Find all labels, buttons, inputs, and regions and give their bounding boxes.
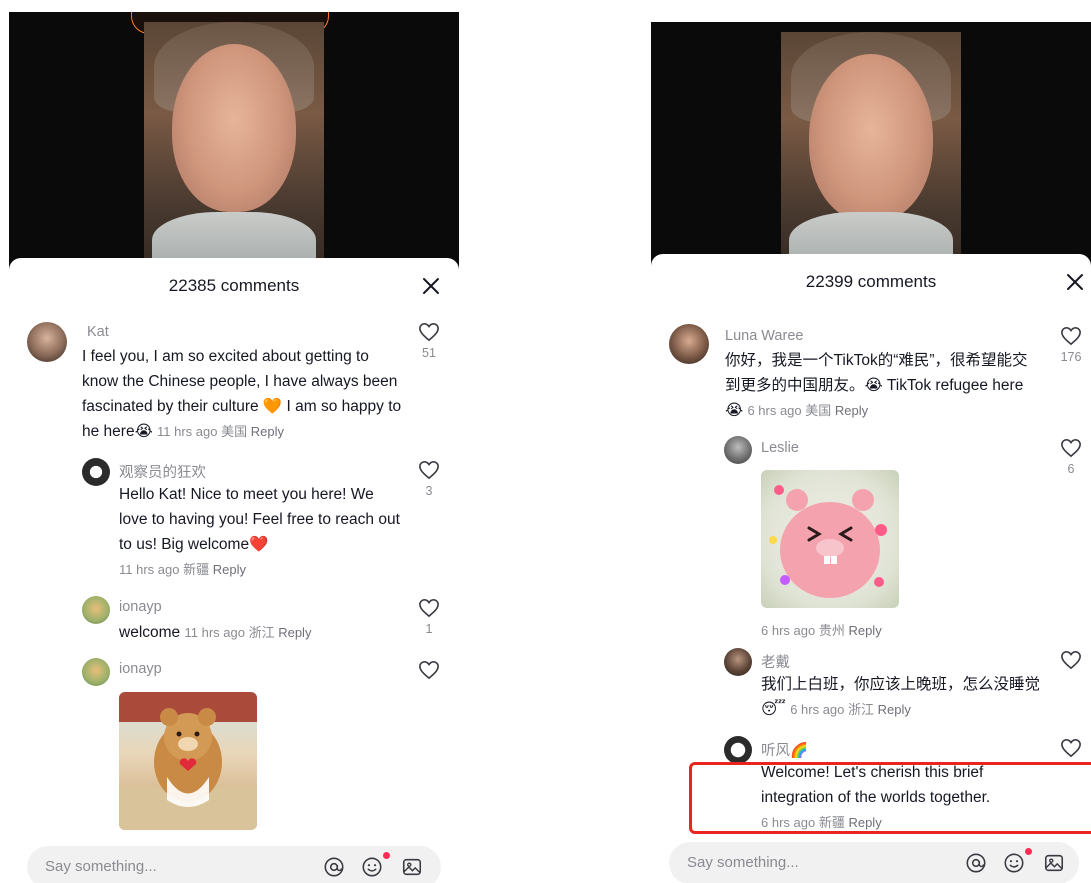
video-frame (144, 22, 324, 282)
heart-outline-icon (1061, 438, 1081, 458)
comment-input-bar[interactable]: Say something... (27, 846, 441, 883)
avatar[interactable] (27, 322, 67, 362)
close-icon[interactable] (1065, 272, 1085, 292)
avatar[interactable] (724, 736, 752, 764)
like-button[interactable] (409, 660, 449, 680)
comments-sheet: 22399 comments Luna Waree 你好，我是一个TikTok的… (651, 254, 1091, 883)
username[interactable]: 老戴 (761, 651, 790, 672)
heart-outline-icon (419, 660, 439, 680)
heart-outline-icon (1061, 326, 1081, 346)
username[interactable]: ionayp (119, 599, 162, 615)
like-button[interactable]: 176 (1051, 326, 1091, 364)
at-icon[interactable] (323, 856, 345, 878)
sheet-header: 22399 comments (651, 254, 1091, 310)
heart-outline-icon (1061, 650, 1081, 670)
phone-screen-left: 22385 comments Kat I feel you, I am so e… (9, 0, 459, 883)
sticker-image-loopy[interactable] (761, 470, 899, 608)
heart-outline-icon (419, 322, 439, 342)
video-player[interactable] (9, 12, 459, 282)
reply-link[interactable]: Reply (848, 623, 881, 638)
like-count: 6 (1067, 462, 1075, 476)
heart-outline-icon (419, 460, 439, 480)
video-frame (781, 32, 961, 282)
image-icon[interactable] (1043, 852, 1065, 874)
face (172, 44, 296, 212)
sheet-header: 22385 comments (9, 258, 459, 314)
reply-link[interactable]: Reply (213, 562, 246, 577)
emoji-icon[interactable] (361, 856, 383, 878)
loopy-sticker (769, 485, 887, 598)
reply-link[interactable]: Reply (878, 702, 911, 717)
like-count: 1 (425, 622, 433, 636)
comment-input[interactable]: Say something... (45, 858, 157, 875)
like-button[interactable] (1051, 738, 1091, 758)
avatar[interactable] (82, 596, 110, 624)
comment-text: 我们上白班，你应该上晚班，怎么没睡觉😴 6 hrs ago 浙江 Reply (761, 676, 1041, 718)
close-icon[interactable] (421, 276, 441, 296)
username[interactable]: 观察员的狂欢 (119, 461, 206, 482)
face (809, 54, 933, 222)
image-icon[interactable] (401, 856, 423, 878)
avatar[interactable] (669, 324, 709, 364)
comment-meta: 6 hrs ago 贵州 Reply (761, 623, 882, 638)
like-count: 51 (422, 346, 436, 360)
like-count: 176 (1060, 350, 1082, 364)
emoji-icon[interactable] (1003, 852, 1025, 874)
like-button[interactable] (1051, 650, 1091, 670)
avatar[interactable] (82, 458, 110, 486)
sticker-image-bear[interactable] (119, 692, 257, 830)
username[interactable]: Luna Waree (725, 328, 803, 344)
at-icon[interactable] (965, 852, 987, 874)
avatar[interactable] (724, 436, 752, 464)
video-player[interactable] (651, 22, 1091, 282)
phone-screen-right: 22399 comments Luna Waree 你好，我是一个TikTok的… (651, 0, 1091, 883)
comment-count: 22399 comments (805, 272, 937, 291)
comment-text: 你好，我是一个TikTok的“难民”，很希望能交到更多的中国朋友。😭 TikTo… (725, 352, 1028, 419)
comment-input[interactable]: Say something... (687, 854, 799, 871)
highlight-annotation (689, 762, 1091, 834)
like-button[interactable]: 3 (409, 460, 449, 498)
like-button[interactable]: 51 (409, 322, 449, 360)
username[interactable]: Leslie (761, 440, 799, 456)
heart-outline-icon (419, 598, 439, 618)
comment-count: 22385 comments (168, 276, 300, 295)
comment-text: I feel you, I am so excited about gettin… (82, 348, 402, 440)
notification-dot (1025, 848, 1032, 855)
username[interactable]: ionayp (119, 661, 162, 677)
avatar[interactable] (724, 648, 752, 676)
comment-input-bar[interactable]: Say something... (669, 842, 1079, 883)
like-count: 3 (425, 484, 433, 498)
heart-outline-icon (1061, 738, 1081, 758)
username[interactable]: 听风🌈 (761, 739, 808, 760)
comments-sheet: 22385 comments Kat I feel you, I am so e… (9, 258, 459, 883)
reply-link[interactable]: Reply (835, 403, 868, 418)
like-button[interactable]: 6 (1051, 438, 1091, 476)
like-button[interactable]: 1 (409, 598, 449, 636)
comment-text: welcome 11 hrs ago 浙江 Reply (119, 624, 312, 641)
avatar[interactable] (82, 658, 110, 686)
bear-sticker (119, 692, 257, 830)
reply-link[interactable]: Reply (251, 424, 284, 439)
username[interactable]: Kat (87, 324, 109, 340)
comment-text: Hello Kat! Nice to meet you here! We lov… (119, 486, 400, 577)
notification-dot (383, 852, 390, 859)
reply-link[interactable]: Reply (278, 625, 311, 640)
